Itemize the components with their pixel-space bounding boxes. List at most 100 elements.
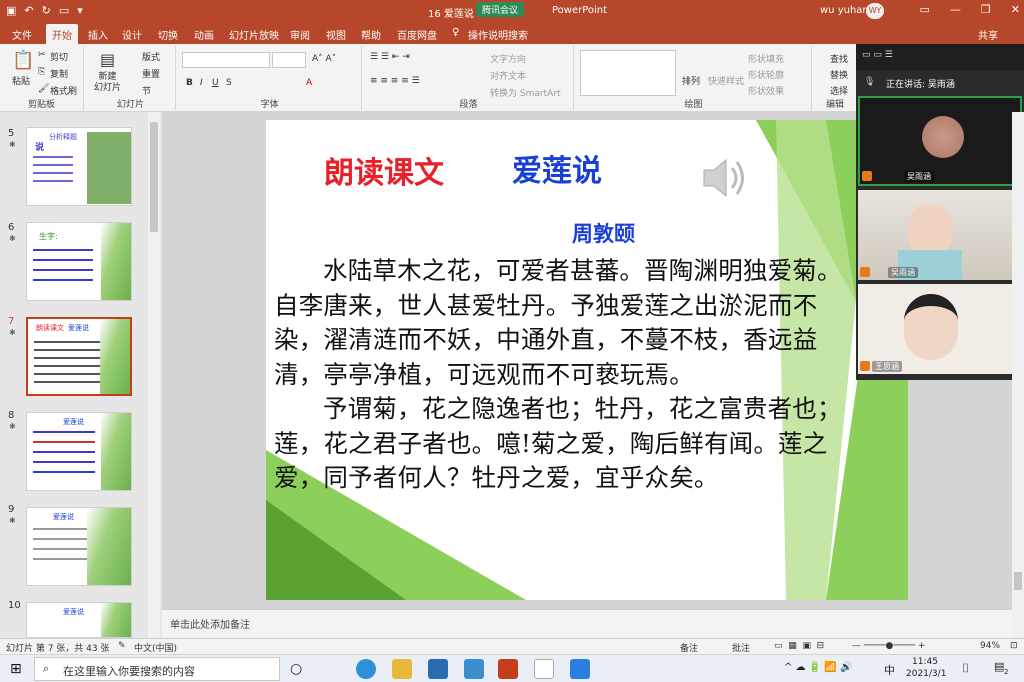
participant-video-3[interactable]: 王思涵 (858, 284, 1022, 374)
tab-transitions[interactable]: 切换 (158, 27, 178, 42)
align-icon[interactable]: ≡ ≡ ≡ ≡ ☰ (370, 76, 420, 86)
italic-button[interactable]: I (200, 78, 203, 88)
slide-count: 幻灯片 第 7 张，共 43 张 (6, 644, 110, 654)
new-slide-icon[interactable]: ▤ (100, 50, 115, 69)
display-icon[interactable]: ⌷ (962, 661, 969, 676)
shape-outline-button[interactable]: 形状轮廓 (748, 68, 784, 81)
slide-thumbnail-9[interactable]: 爱莲说 (26, 507, 132, 586)
undo-icon[interactable]: ↶ (24, 4, 33, 17)
customize-icon[interactable]: ▾ (77, 4, 83, 17)
notification-icon[interactable]: ▤ (994, 660, 1004, 673)
notepad-icon[interactable] (534, 659, 554, 679)
current-slide[interactable]: 朗读课文 爱莲说 周敦颐 水陆草木之花，可爱者甚蕃。晋陶渊明独爱菊。自李唐来，世… (266, 120, 908, 600)
shapes-gallery[interactable] (580, 50, 676, 96)
arrange-button[interactable]: 排列 (682, 74, 700, 87)
clock-time[interactable]: 11:45 (912, 657, 938, 667)
zoom-slider[interactable]: — ────●──── + (852, 641, 925, 651)
font-family-select[interactable] (182, 52, 270, 68)
save-icon[interactable]: ▣ (6, 4, 16, 17)
tab-home[interactable]: 开始 (46, 24, 78, 46)
bold-button[interactable]: B (186, 78, 193, 88)
font-size-select[interactable] (272, 52, 306, 68)
notes-toggle[interactable]: 备注 (680, 641, 698, 654)
clock-date[interactable]: 2021/3/1 (906, 669, 946, 679)
file-explorer-icon[interactable] (392, 659, 412, 679)
notes-pane[interactable]: 单击此处添加备注 (162, 609, 1012, 638)
section-button[interactable]: 节 (142, 84, 151, 97)
restore-icon[interactable]: ❐ (981, 3, 991, 16)
comments-toggle[interactable]: 批注 (732, 641, 750, 654)
format-painter-button[interactable]: 格式刷 (50, 84, 77, 97)
zoom-level[interactable]: 94% (980, 641, 1000, 651)
scroll-thumb[interactable] (1014, 572, 1022, 590)
shape-fill-button[interactable]: 形状填充 (748, 52, 784, 65)
slide-body-text[interactable]: 水陆草木之花，可爱者甚蕃。晋陶渊明独爱菊。自李唐来，世人甚爱牡丹。予独爱莲之出淤… (274, 254, 856, 496)
mail-icon[interactable] (428, 659, 448, 679)
tab-file[interactable]: 文件 (12, 27, 32, 42)
share-button[interactable]: 共享 (978, 27, 998, 42)
font-size-buttons[interactable]: A˄ A˅ (312, 54, 336, 64)
ribbon-display-icon[interactable]: ▭ (920, 3, 930, 16)
present-icon[interactable]: ▭ (59, 4, 69, 17)
quick-styles-button[interactable]: 快速样式 (708, 74, 744, 87)
bullets-icon[interactable]: ☰ ☰ ⇤ ⇥ (370, 52, 410, 62)
slide-scrollbar[interactable] (1012, 112, 1024, 638)
reset-button[interactable]: 重置 (142, 67, 160, 80)
shape-effects-button[interactable]: 形状效果 (748, 84, 784, 97)
meeting-badge[interactable]: 腾讯会议 (476, 2, 525, 17)
slide-thumbnail-6[interactable]: 生字: (26, 222, 132, 301)
redo-icon[interactable]: ↻ (42, 4, 51, 17)
language-label[interactable]: 中文(中国) (134, 641, 177, 654)
tab-view[interactable]: 视图 (326, 27, 346, 42)
tab-baidu[interactable]: 百度网盘 (397, 27, 437, 42)
text-direction-button[interactable]: 文字方向 (490, 52, 526, 65)
align-text-button[interactable]: 对齐文本 (490, 69, 526, 82)
tab-insert[interactable]: 插入 (88, 27, 108, 42)
speaker-icon[interactable] (702, 156, 748, 200)
edge-icon[interactable] (356, 659, 376, 679)
ribbon-tabs: 文件 开始 插入 设计 切换 动画 幻灯片放映 审阅 视图 帮助 百度网盘 ♀ … (0, 22, 1024, 46)
cut-button[interactable]: 剪切 (50, 50, 68, 63)
new-slide-button[interactable]: 新建 幻灯片 (94, 72, 121, 94)
powerpoint-icon[interactable] (498, 659, 518, 679)
scroll-thumb[interactable] (150, 122, 158, 232)
layout-button[interactable]: 版式 (142, 50, 160, 63)
tab-animations[interactable]: 动画 (194, 27, 214, 42)
task-view-icon[interactable]: ○ (290, 661, 302, 677)
close-icon[interactable]: ✕ (1011, 3, 1020, 16)
copy-button[interactable]: 复制 (50, 67, 68, 80)
select-button[interactable]: 选择 (830, 84, 848, 97)
view-buttons[interactable]: ▭ ▦ ▣ ⊟ (774, 641, 824, 651)
user-name[interactable]: wu yuhan (820, 5, 869, 16)
tab-slideshow[interactable]: 幻灯片放映 (229, 27, 279, 42)
replace-button[interactable]: 替换 (830, 68, 848, 81)
shadow-button[interactable]: S (226, 78, 232, 88)
minimize-icon[interactable]: — (950, 3, 961, 16)
slide-thumbnail-7[interactable]: 朗读课文 爱莲说 (26, 317, 132, 396)
tab-design[interactable]: 设计 (122, 27, 142, 42)
underline-button[interactable]: U (212, 78, 219, 88)
fit-slide-icon[interactable]: ⊡ (1010, 641, 1018, 651)
tray-icons[interactable]: ^ ☁ 🔋 📶 🔊 (784, 662, 852, 673)
taskbar-search[interactable]: ⌕ 在这里输入你要搜索的内容 (34, 657, 280, 681)
avatar[interactable]: WY (866, 3, 884, 19)
app-icon[interactable] (464, 659, 484, 679)
ime-indicator[interactable]: 中 (884, 662, 895, 678)
paste-icon[interactable]: 📋 (12, 50, 34, 71)
tab-help[interactable]: 帮助 (361, 27, 381, 42)
slide-thumbnail-10[interactable]: 爱莲说 (26, 602, 132, 638)
windows-start-icon[interactable]: ⊞ (10, 661, 22, 677)
slide-thumbnail-8[interactable]: 爱莲说 (26, 412, 132, 491)
font-color-button[interactable]: A (306, 78, 312, 88)
tencent-meeting-icon[interactable] (570, 659, 590, 679)
spellcheck-icon[interactable]: ✎ (118, 641, 126, 651)
thumbnails-scrollbar[interactable] (148, 112, 160, 638)
tab-review[interactable]: 审阅 (290, 27, 310, 42)
slide-thumbnail-5[interactable]: 分析释题 说 (26, 127, 132, 206)
find-button[interactable]: 查找 (830, 52, 848, 65)
paste-button[interactable]: 粘贴 (12, 74, 30, 87)
participant-video-1[interactable]: 吴雨涵 (858, 96, 1022, 186)
tab-search[interactable]: 操作说明搜索 (468, 27, 528, 42)
participant-video-2[interactable]: 吴雨涵 (858, 190, 1022, 280)
meeting-controls[interactable]: ▭ ▭ ☰ (862, 50, 893, 60)
